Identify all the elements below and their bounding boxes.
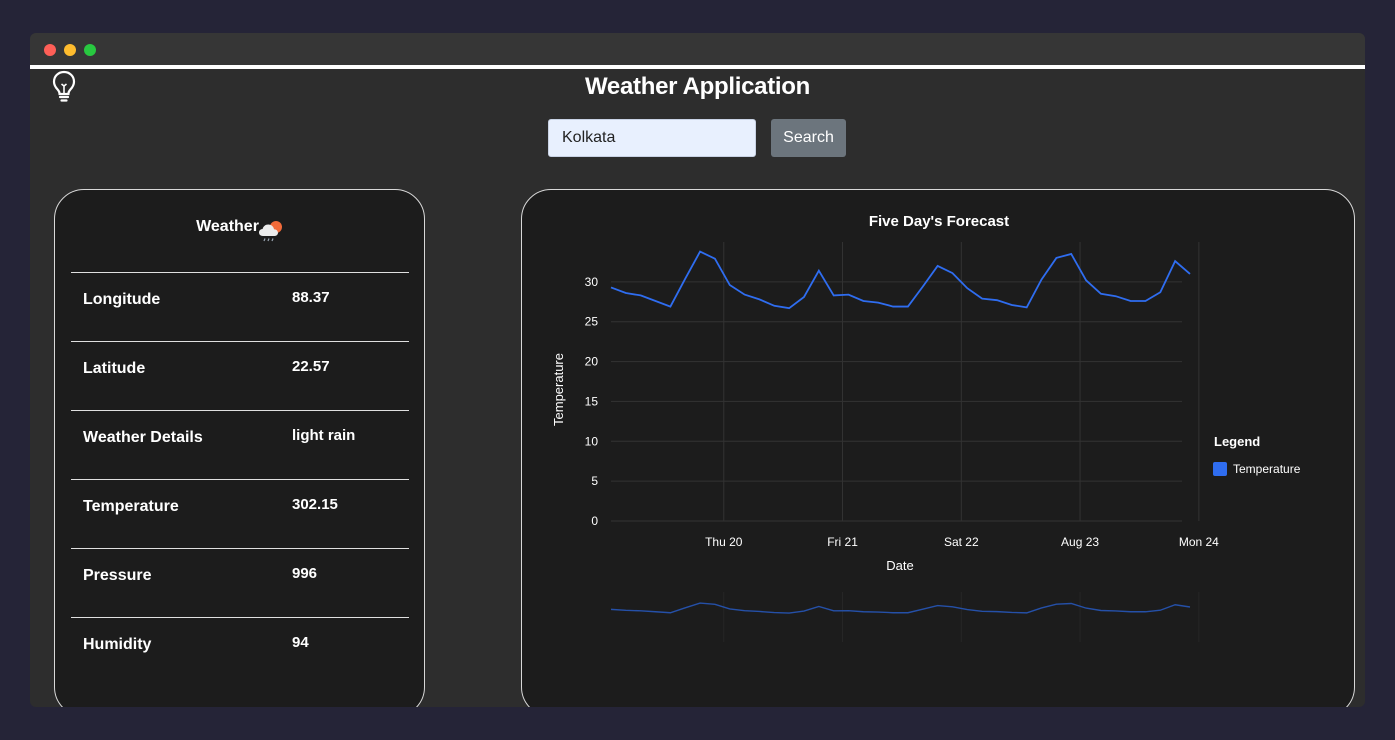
- weather-card: Weather Longitude 88.37 Latitude 22.57 W…: [54, 189, 425, 707]
- x-axis-label: Date: [886, 558, 913, 573]
- row-value: 88.37: [292, 289, 330, 306]
- x-tick-label: Fri 21: [827, 535, 858, 549]
- row-label: Longitude: [83, 291, 161, 308]
- city-search-input[interactable]: [548, 119, 756, 157]
- y-tick-label: 20: [585, 355, 599, 369]
- close-window-button[interactable]: [44, 44, 56, 56]
- legend-title: Legend: [1214, 434, 1260, 449]
- search-button[interactable]: Search: [771, 119, 846, 157]
- forecast-card: Five Day's Forecast 0 5 10 15 20 25 30 Thu 20 Fri…: [521, 189, 1355, 707]
- minimize-window-button[interactable]: [64, 44, 76, 56]
- x-tick-label: Sat 22: [944, 535, 979, 549]
- y-tick-label: 25: [585, 315, 599, 329]
- maximize-window-button[interactable]: [84, 44, 96, 56]
- row-label: Pressure: [83, 567, 152, 584]
- forecast-chart: Five Day's Forecast 0 5 10 15 20 25 30 Thu 20 Fri…: [551, 213, 1301, 642]
- cloud-rain-sun-icon: [259, 221, 282, 242]
- y-tick-label: 10: [585, 434, 599, 448]
- page-title: Weather Application: [585, 73, 810, 100]
- row-value: light rain: [292, 427, 356, 444]
- range-slider[interactable]: [611, 582, 1190, 642]
- row-label: Humidity: [83, 636, 152, 653]
- row-label: Weather Details: [83, 429, 203, 446]
- y-axis-label: Temperature: [551, 353, 566, 426]
- y-tick-label: 5: [591, 474, 598, 488]
- weather-row-pressure: Pressure 996: [71, 548, 409, 617]
- row-label: Temperature: [83, 498, 179, 515]
- window-titlebar: [30, 33, 1365, 69]
- app-window: Weather Application Search Weather Longi…: [30, 33, 1365, 707]
- weather-row-longitude: Longitude 88.37: [71, 272, 409, 341]
- chart-title: Five Day's Forecast: [869, 213, 1009, 230]
- weather-card-header: Weather: [55, 218, 424, 236]
- row-value: 22.57: [292, 358, 330, 375]
- weather-row-latitude: Latitude 22.57: [71, 341, 409, 410]
- legend-swatch: [1213, 462, 1227, 476]
- row-value: 302.15: [292, 496, 338, 513]
- weather-details-table: Longitude 88.37 Latitude 22.57 Weather D…: [71, 272, 409, 686]
- y-tick-label: 15: [585, 394, 599, 408]
- weather-row-details: Weather Details light rain: [71, 410, 409, 479]
- weather-row-temperature: Temperature 302.15: [71, 479, 409, 548]
- y-tick-label: 30: [585, 275, 599, 289]
- temperature-series-line: [610, 250, 1191, 310]
- weather-row-humidity: Humidity 94: [71, 617, 409, 686]
- x-tick-label: Mon 24: [1179, 535, 1219, 549]
- x-tick-label: Aug 23: [1061, 535, 1099, 549]
- y-tick-label: 0: [591, 514, 598, 528]
- row-value: 94: [292, 634, 309, 651]
- weather-card-title: Weather: [196, 218, 259, 235]
- x-tick-label: Thu 20: [705, 535, 743, 549]
- legend-item-label: Temperature: [1233, 462, 1301, 476]
- row-value: 996: [292, 565, 318, 582]
- row-label: Latitude: [83, 360, 146, 377]
